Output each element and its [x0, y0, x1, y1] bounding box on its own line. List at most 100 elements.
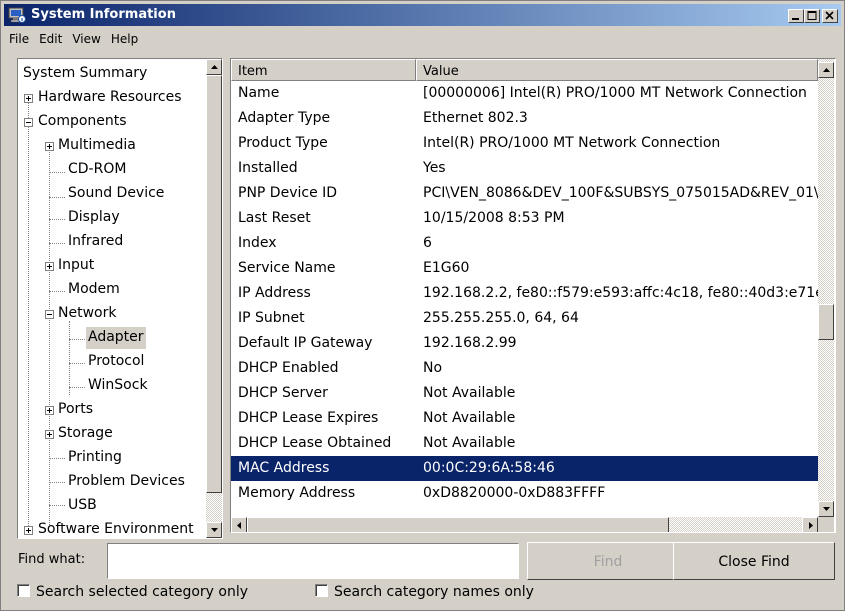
tree-item-cd-rom[interactable]: CD-ROM [66, 159, 128, 181]
tree-item-network[interactable]: Network [56, 303, 118, 325]
tree-item-sound-device[interactable]: Sound Device [66, 183, 166, 205]
tree-item-winsock[interactable]: WinSock [86, 375, 150, 397]
arrow-up-icon [211, 65, 218, 69]
value-cell: 192.168.2.2, fe80::f579:e593:affc:4c18, … [423, 285, 818, 301]
tree-line [69, 339, 85, 340]
system-information-window: System Information File Edit View Help Syst… [0, 0, 845, 611]
category-tree[interactable]: System Summary Hardware Resources Compon… [17, 58, 223, 539]
tree-item-protocol[interactable]: Protocol [86, 351, 146, 373]
title-bar[interactable]: System Information [4, 4, 841, 26]
table-row[interactable]: Installed Yes [231, 156, 818, 181]
value-cell: [00000006] Intel(R) PRO/1000 MT Network … [423, 85, 807, 101]
table-row[interactable]: DHCP Lease Obtained Not Available [231, 431, 818, 456]
table-row[interactable]: DHCP Enabled No [231, 356, 818, 381]
tree-line [49, 482, 65, 483]
expand-icon[interactable] [45, 262, 54, 271]
tree-line [69, 321, 70, 395]
tree-item-ports[interactable]: Ports [56, 399, 95, 421]
tree-item-software-environment[interactable]: Software Environment [36, 519, 196, 538]
close-find-button[interactable]: Close Find [673, 542, 835, 580]
system-information-app-icon [8, 6, 26, 24]
tree-item-usb[interactable]: USB [66, 495, 99, 517]
maximize-button[interactable] [804, 9, 820, 23]
table-row[interactable]: Default IP Gateway 192.168.2.99 [231, 331, 818, 356]
table-row[interactable]: Index 6 [231, 231, 818, 256]
close-window-button[interactable] [822, 9, 838, 23]
expand-icon[interactable] [24, 526, 33, 535]
list-scroll-thumb-horizontal[interactable] [247, 517, 669, 532]
value-cell: Not Available [423, 410, 516, 426]
search-selected-category-label: Search selected category only [36, 584, 249, 600]
table-row[interactable]: Memory Address 0xD8820000-0xD883FFFF [231, 481, 818, 506]
value-cell: Intel(R) PRO/1000 MT Network Connection [423, 135, 721, 151]
tree-item-problem-devices[interactable]: Problem Devices [66, 471, 187, 493]
tree-item-infrared[interactable]: Infrared [66, 231, 125, 253]
column-header-item[interactable]: Item [231, 59, 416, 81]
details-list[interactable]: Item Value Name [00000006] Intel(R) PRO/1… [230, 58, 836, 533]
find-what-label: Find what: [18, 552, 86, 567]
table-row[interactable]: DHCP Server Not Available [231, 381, 818, 406]
table-row[interactable]: Adapter Type Ethernet 802.3 [231, 106, 818, 131]
search-selected-category-option[interactable]: Search selected category only [17, 584, 248, 600]
expand-icon[interactable] [45, 430, 54, 439]
tree-item-modem[interactable]: Modem [66, 279, 122, 301]
tree-item-adapter[interactable]: Adapter [86, 327, 146, 349]
tree-scroll-up-button[interactable] [206, 59, 222, 75]
list-scroll-up-button[interactable] [818, 62, 834, 78]
tree-item-components[interactable]: Components [36, 111, 129, 133]
item-cell: DHCP Lease Expires [238, 410, 379, 426]
table-row[interactable]: IP Address 192.168.2.2, fe80::f579:e593:a… [231, 281, 818, 306]
tree-line [49, 458, 65, 459]
table-row[interactable]: DHCP Lease Expires Not Available [231, 406, 818, 431]
table-row[interactable]: MAC Address 00:0C:29:6A:58:46 [231, 456, 818, 481]
tree-line [49, 291, 65, 292]
list-vertical-scrollbar[interactable] [818, 59, 834, 517]
item-cell: DHCP Lease Obtained [238, 435, 392, 451]
list-scroll-right-button[interactable] [802, 517, 818, 532]
find-button[interactable]: Find [527, 542, 689, 580]
list-scroll-left-button[interactable] [231, 517, 247, 532]
item-cell: Last Reset [238, 210, 311, 226]
table-row[interactable]: Name [00000006] Intel(R) PRO/1000 MT Netw… [231, 81, 818, 106]
table-row[interactable]: Service Name E1G60 [231, 256, 818, 281]
column-header-value[interactable]: Value [416, 59, 818, 81]
list-scroll-thumb[interactable] [818, 304, 834, 340]
tree-item-storage[interactable]: Storage [56, 423, 115, 445]
search-category-names-checkbox[interactable] [315, 584, 328, 597]
table-row[interactable]: IP Subnet 255.255.255.0, 64, 64 [231, 306, 818, 331]
search-selected-category-checkbox[interactable] [17, 584, 30, 597]
tree-item-input[interactable]: Input [56, 255, 96, 277]
tree-line [49, 143, 50, 527]
menu-help[interactable]: Help [106, 28, 143, 48]
menu-view[interactable]: View [67, 28, 105, 48]
expand-icon[interactable] [45, 406, 54, 415]
menu-edit[interactable]: Edit [34, 28, 67, 48]
tree-item-hardware-resources[interactable]: Hardware Resources [36, 87, 184, 109]
tree-item-printing[interactable]: Printing [66, 447, 124, 469]
value-cell: 10/15/2008 8:53 PM [423, 210, 565, 226]
tree-item-system-summary[interactable]: System Summary [21, 63, 149, 85]
tree-item-display[interactable]: Display [66, 207, 122, 229]
list-scroll-down-button[interactable] [818, 501, 834, 517]
expand-icon[interactable] [45, 142, 54, 151]
value-cell: Not Available [423, 385, 516, 401]
tree-item-multimedia[interactable]: Multimedia [56, 135, 138, 157]
menu-file[interactable]: File [4, 28, 34, 48]
table-row[interactable]: Last Reset 10/15/2008 8:53 PM [231, 206, 818, 231]
tree-scroll-down-button[interactable] [206, 522, 222, 538]
table-row[interactable]: Product Type Intel(R) PRO/1000 MT Network… [231, 131, 818, 156]
table-row[interactable]: PNP Device ID PCI\VEN_8086&DEV_100F&SUBSY… [231, 181, 818, 206]
collapse-icon[interactable] [24, 118, 33, 127]
minimize-button[interactable] [788, 9, 804, 23]
tree-line [49, 243, 65, 244]
value-cell: 255.255.255.0, 64, 64 [423, 310, 579, 326]
expand-icon[interactable] [24, 94, 33, 103]
find-what-input[interactable] [107, 543, 519, 579]
scrollbar-corner [818, 517, 834, 532]
collapse-icon[interactable] [45, 310, 54, 319]
tree-scroll-thumb[interactable] [206, 75, 222, 493]
item-cell: Name [238, 85, 280, 101]
item-cell: IP Subnet [238, 310, 305, 326]
value-cell: PCI\VEN_8086&DEV_100F&SUBSYS_075015AD&RE… [423, 185, 818, 201]
search-category-names-option[interactable]: Search category names only [315, 584, 534, 600]
